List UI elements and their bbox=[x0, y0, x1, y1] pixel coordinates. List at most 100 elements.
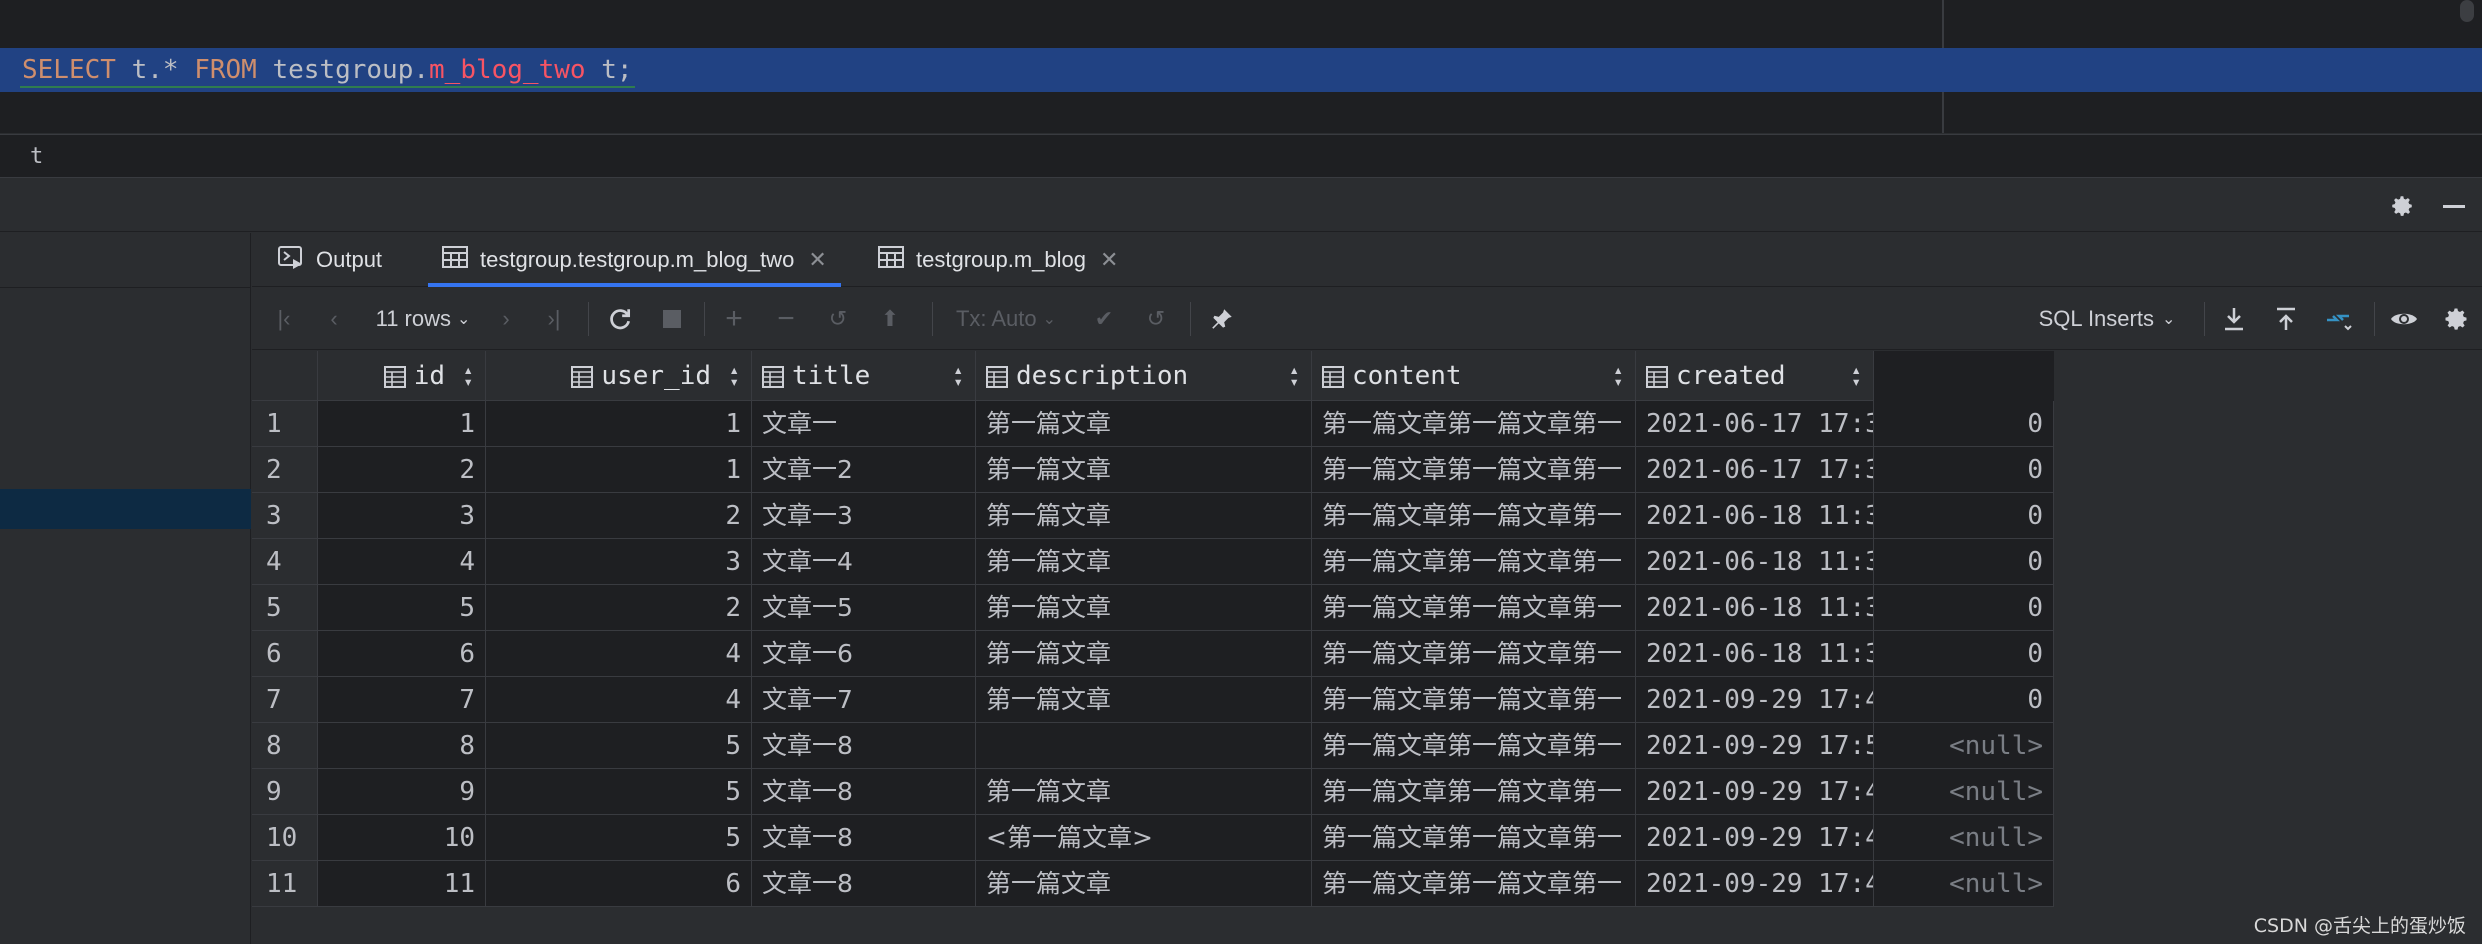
sql-editor[interactable]: SELECT t.* FROM testgroup.m_blog_two t; bbox=[0, 0, 2482, 133]
refresh-icon[interactable] bbox=[600, 288, 640, 350]
cell-content[interactable]: 第一篇文章第一篇文章第一 bbox=[1312, 493, 1636, 539]
row-number[interactable]: 3 bbox=[252, 493, 318, 539]
cell-user-id[interactable]: 5 bbox=[486, 769, 752, 815]
cell-id[interactable]: 7 bbox=[318, 677, 486, 723]
cell-user-id[interactable]: 4 bbox=[486, 631, 752, 677]
cell-created[interactable]: 2021-06-18 11:38:56 bbox=[1636, 585, 1874, 631]
cell-status[interactable]: 0 bbox=[1874, 585, 2054, 631]
row-count-selector[interactable]: 11 rows ⌄ bbox=[368, 288, 478, 350]
cell-user-id[interactable]: 1 bbox=[486, 401, 752, 447]
transaction-mode-selector[interactable]: Tx: Auto ⌄ bbox=[946, 288, 1066, 350]
table-row[interactable]: 332文章一3第一篇文章第一篇文章第一篇文章第一2021-06-18 11:38… bbox=[252, 493, 2054, 539]
column-header-content[interactable]: content ▴ ▾ bbox=[1312, 351, 1636, 401]
close-icon[interactable]: ✕ bbox=[808, 247, 826, 273]
table-row[interactable]: 995文章一8第一篇文章第一篇文章第一篇文章第一2021-09-29 17:46… bbox=[252, 769, 2054, 815]
cell-created[interactable]: 2021-09-29 17:50:52 bbox=[1636, 723, 1874, 769]
cell-description[interactable] bbox=[976, 723, 1312, 769]
column-header-description[interactable]: description ▴ ▾ bbox=[976, 351, 1312, 401]
cell-description[interactable]: 第一篇文章 bbox=[976, 861, 1312, 907]
cell-content[interactable]: 第一篇文章第一篇文章第一 bbox=[1312, 723, 1636, 769]
cell-status[interactable]: 0 bbox=[1874, 539, 2054, 585]
row-number-header[interactable] bbox=[252, 351, 318, 401]
row-number[interactable]: 7 bbox=[252, 677, 318, 723]
editor-scrollbar[interactable] bbox=[2460, 0, 2474, 22]
cell-id[interactable]: 3 bbox=[318, 493, 486, 539]
table-row[interactable]: 10 10 5 文章一8 <第一篇文章> 第一篇文章第一篇文章第一 2021-09-29 1… bbox=[252, 815, 2054, 861]
cell-content[interactable]: 第一篇文章第一篇文章第一 bbox=[1312, 815, 1636, 861]
cell-id[interactable]: 9 bbox=[318, 769, 486, 815]
cell-title[interactable]: 文章一8 bbox=[752, 723, 976, 769]
cell-description[interactable]: <第一篇文章> bbox=[976, 815, 1312, 861]
eye-icon[interactable] bbox=[2382, 288, 2426, 350]
minimize-icon[interactable] bbox=[2438, 190, 2470, 222]
cell-description[interactable]: 第一篇文章 bbox=[976, 677, 1312, 723]
previous-page-icon[interactable]: ‹ bbox=[316, 288, 352, 350]
cell-status[interactable]: 0 bbox=[1874, 401, 2054, 447]
next-page-icon[interactable]: › bbox=[488, 288, 524, 350]
cell-description[interactable]: 第一篇文章 bbox=[976, 769, 1312, 815]
cell-title[interactable]: 文章一3 bbox=[752, 493, 976, 539]
pin-icon[interactable] bbox=[1202, 288, 1242, 350]
add-row-icon[interactable]: + bbox=[714, 288, 754, 350]
cell-title[interactable]: 文章一6 bbox=[752, 631, 976, 677]
cell-created[interactable]: 2021-06-17 17:36:11 bbox=[1636, 447, 1874, 493]
cell-created[interactable]: 2021-09-29 17:45:29 bbox=[1636, 861, 1874, 907]
rollback-icon[interactable]: ↺ bbox=[1136, 288, 1176, 350]
cell-created[interactable]: 2021-06-18 11:38:56 bbox=[1636, 539, 1874, 585]
cell-user-id[interactable]: 1 bbox=[486, 447, 752, 493]
cell-title[interactable]: 文章一 bbox=[752, 401, 976, 447]
sql-statement[interactable]: SELECT t.* FROM testgroup.m_blog_two t; bbox=[20, 48, 635, 92]
cell-status[interactable]: 0 bbox=[1874, 631, 2054, 677]
cell-status[interactable]: <null> bbox=[1874, 815, 2054, 861]
cell-id[interactable]: 4 bbox=[318, 539, 486, 585]
row-number[interactable]: 5 bbox=[252, 585, 318, 631]
last-page-icon[interactable]: ›| bbox=[536, 288, 572, 350]
cell-content[interactable]: 第一篇文章第一篇文章第一 bbox=[1312, 861, 1636, 907]
submit-icon[interactable]: ⬆ bbox=[870, 288, 910, 350]
table-row[interactable]: 111文章一第一篇文章第一篇文章第一篇文章第一2021-06-17 17:36:… bbox=[252, 401, 2054, 447]
cell-status[interactable]: 0 bbox=[1874, 493, 2054, 539]
sort-icon[interactable]: ▴▾ bbox=[1613, 362, 1623, 390]
sort-icon[interactable]: ▴▾ bbox=[729, 362, 739, 390]
sort-icon[interactable]: ▴▾ bbox=[953, 362, 963, 390]
cell-title[interactable]: 文章一2 bbox=[752, 447, 976, 493]
cell-title[interactable]: 文章一7 bbox=[752, 677, 976, 723]
cell-id[interactable]: 10 bbox=[318, 815, 486, 861]
table-row[interactable]: 552文章一5第一篇文章第一篇文章第一篇文章第一2021-06-18 11:38… bbox=[252, 585, 2054, 631]
row-number[interactable]: 8 bbox=[252, 723, 318, 769]
breadcrumb-item[interactable]: t bbox=[30, 144, 43, 169]
cell-content[interactable]: 第一篇文章第一篇文章第一 bbox=[1312, 677, 1636, 723]
cell-content[interactable]: 第一篇文章第一篇文章第一 bbox=[1312, 401, 1636, 447]
cell-description[interactable]: 第一篇文章 bbox=[976, 447, 1312, 493]
table-row[interactable]: 443文章一4第一篇文章第一篇文章第一篇文章第一2021-06-18 11:38… bbox=[252, 539, 2054, 585]
column-header-user-id[interactable]: user_id ▴ ▾ bbox=[486, 351, 752, 401]
table-row[interactable]: 774文章一7第一篇文章第一篇文章第一篇文章第一2021-09-29 17:45… bbox=[252, 677, 2054, 723]
cell-status[interactable]: <null> bbox=[1874, 769, 2054, 815]
cell-created[interactable]: 2021-06-18 11:38:56 bbox=[1636, 631, 1874, 677]
tab-m-blog-two[interactable]: testgroup.testgroup.m_blog_two ✕ bbox=[428, 233, 841, 287]
gear-icon[interactable] bbox=[2386, 190, 2418, 222]
table-row[interactable]: 885文章一8第一篇文章第一篇文章第一2021-09-29 17:50:52<n… bbox=[252, 723, 2054, 769]
cell-user-id[interactable]: 2 bbox=[486, 493, 752, 539]
cell-created[interactable]: 2021-09-29 17:45:29 bbox=[1636, 677, 1874, 723]
cell-content[interactable]: 第一篇文章第一篇文章第一 bbox=[1312, 539, 1636, 585]
cell-user-id[interactable]: 3 bbox=[486, 539, 752, 585]
cell-id[interactable]: 2 bbox=[318, 447, 486, 493]
cell-title[interactable]: 文章一5 bbox=[752, 585, 976, 631]
row-number[interactable]: 6 bbox=[252, 631, 318, 677]
stop-icon[interactable] bbox=[652, 288, 692, 350]
table-row[interactable]: 664文章一6第一篇文章第一篇文章第一篇文章第一2021-06-18 11:38… bbox=[252, 631, 2054, 677]
row-number[interactable]: 1 bbox=[252, 401, 318, 447]
table-row[interactable]: 221文章一2第一篇文章第一篇文章第一篇文章第一2021-06-17 17:36… bbox=[252, 447, 2054, 493]
column-header-title[interactable]: title ▴ ▾ bbox=[752, 351, 976, 401]
cell-created[interactable]: 2021-06-17 17:36:11 bbox=[1636, 401, 1874, 447]
cell-user-id[interactable]: 4 bbox=[486, 677, 752, 723]
result-grid[interactable]: id ▴ ▾ user_id ▴ ▾ title ▴ ▾ description ▴ ▾ content… bbox=[252, 351, 2054, 907]
row-number[interactable]: 2 bbox=[252, 447, 318, 493]
cell-created[interactable]: 2021-09-29 17:46:21 bbox=[1636, 815, 1874, 861]
settings-icon[interactable] bbox=[2434, 288, 2478, 350]
row-number[interactable]: 9 bbox=[252, 769, 318, 815]
cell-content[interactable]: 第一篇文章第一篇文章第一 bbox=[1312, 585, 1636, 631]
cell-title[interactable]: 文章一8 bbox=[752, 769, 976, 815]
cell-status[interactable]: 0 bbox=[1874, 677, 2054, 723]
